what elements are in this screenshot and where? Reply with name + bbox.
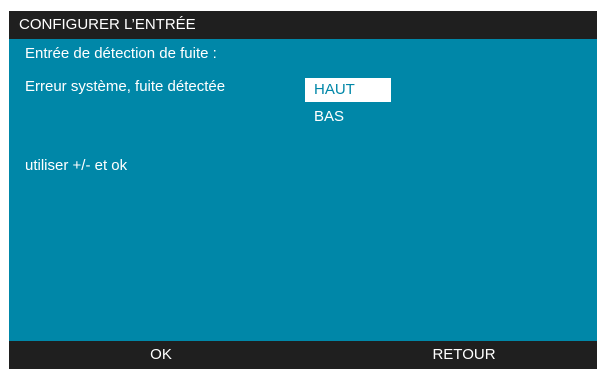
option-bas[interactable]: BAS xyxy=(305,105,391,129)
back-button[interactable]: RETOUR xyxy=(419,341,509,369)
usage-hint: utiliser +/- et ok xyxy=(25,157,128,174)
footer-bar: OK RETOUR xyxy=(9,341,597,369)
ok-button[interactable]: OK xyxy=(121,341,201,369)
error-label: Erreur système, fuite détectée xyxy=(25,78,226,95)
option-haut[interactable]: HAUT xyxy=(305,78,391,102)
page-title: CONFIGURER L’ENTRÉE xyxy=(9,11,597,39)
screen: CONFIGURER L’ENTRÉE Entrée de détection … xyxy=(9,11,597,369)
input-label: Entrée de détection de fuite : xyxy=(25,45,217,62)
